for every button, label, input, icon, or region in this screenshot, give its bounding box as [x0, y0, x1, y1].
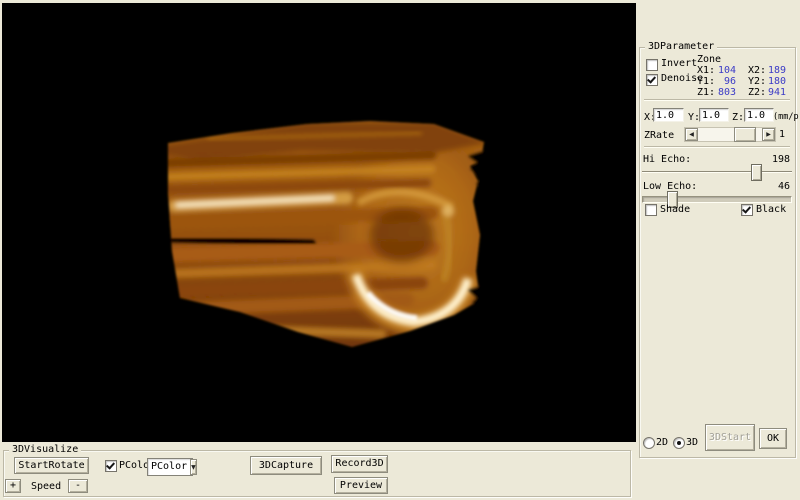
scale-z-input[interactable] [744, 108, 774, 122]
speed-label: Speed [31, 481, 61, 492]
start-rotate-button[interactable]: StartRotate [14, 457, 89, 474]
scale-y-input[interactable] [699, 108, 729, 122]
zone-z2-value: 941 [760, 87, 786, 98]
zrate-value: 1 [779, 129, 785, 140]
separator [644, 146, 790, 148]
preview-button[interactable]: Preview [334, 477, 388, 494]
scroll-right-icon[interactable]: ▶ [762, 128, 775, 141]
invert-label: Invert [661, 58, 697, 69]
3dstart-button[interactable]: 3DStart [705, 424, 755, 451]
scale-z-label: Z: [732, 112, 744, 123]
low-echo-track [642, 196, 792, 203]
visualize-groupbox: 3DVisualize StartRotate + Speed - PColor… [3, 450, 631, 497]
speed-minus-button[interactable]: - [68, 479, 88, 493]
render-viewport[interactable] [2, 3, 636, 442]
scroll-left-icon[interactable]: ◀ [685, 128, 698, 141]
zone-label: Zone [697, 54, 721, 65]
denoise-checkbox[interactable] [646, 74, 658, 86]
black-checkbox[interactable] [741, 204, 753, 216]
zone-z1-value: 803 [708, 87, 736, 98]
zone-x2-value: 189 [760, 65, 786, 76]
zone-x1-value: 104 [708, 65, 736, 76]
visualize-groupbox-title: 3DVisualize [9, 444, 81, 455]
hi-echo-slider[interactable] [642, 164, 792, 180]
scale-unit-label: (mm/p) [773, 112, 800, 123]
hi-echo-thumb[interactable] [751, 164, 762, 181]
app-window: 3DParameter Invert Denoise Zone X1: 104 … [0, 0, 800, 500]
scale-x-input[interactable] [653, 108, 684, 122]
parameter-groupbox-title: 3DParameter [645, 41, 717, 52]
invert-checkbox[interactable] [646, 59, 658, 71]
hi-echo-track [642, 171, 792, 172]
separator [644, 99, 790, 101]
speed-plus-button[interactable]: + [5, 479, 21, 493]
zrate-scrollbar[interactable]: ◀ ▶ [684, 127, 776, 142]
volume-render [2, 3, 636, 442]
zrate-thumb[interactable] [734, 127, 756, 142]
mode-2d-label: 2D [656, 437, 668, 448]
mode-3d-label: 3D [686, 437, 698, 448]
pcolor-checkbox[interactable] [105, 460, 117, 472]
record3d-button[interactable]: Record3D [331, 455, 388, 473]
pcolor-select[interactable]: PColor ▼ [147, 458, 193, 476]
3dcapture-button[interactable]: 3DCapture [250, 456, 322, 475]
zrate-track[interactable] [698, 128, 762, 141]
mode-2d-radio[interactable] [643, 437, 655, 449]
zrate-label: ZRate [644, 130, 674, 141]
zone-y1-value: 96 [708, 76, 736, 87]
pcolor-select-value: PColor [148, 461, 190, 473]
shade-label: Shade [660, 204, 690, 215]
mode-3d-radio[interactable] [673, 437, 685, 449]
dropdown-arrow-icon[interactable]: ▼ [190, 459, 197, 475]
black-label: Black [756, 204, 786, 215]
parameter-panel: 3DParameter Invert Denoise Zone X1: 104 … [636, 0, 800, 500]
ok-button[interactable]: OK [759, 428, 787, 449]
shade-checkbox[interactable] [645, 204, 657, 216]
parameter-groupbox: 3DParameter Invert Denoise Zone X1: 104 … [639, 47, 796, 458]
zone-y2-value: 180 [760, 76, 786, 87]
